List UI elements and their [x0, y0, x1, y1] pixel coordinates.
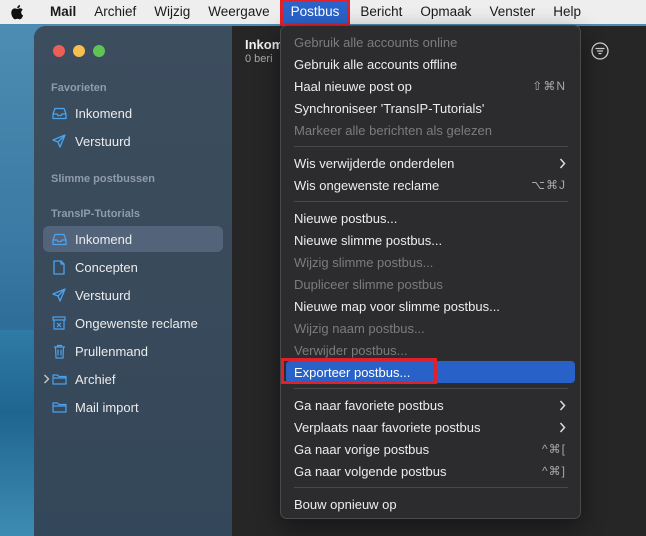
menu-item-erase-deleted[interactable]: Wis verwijderde onderdelen	[286, 152, 575, 174]
menu-archief[interactable]: Archief	[85, 0, 145, 24]
menu-item-move-to-favorite[interactable]: Verplaats naar favoriete postbus	[286, 416, 575, 438]
sidebar-item-junk[interactable]: Ongewenste reclame	[43, 310, 223, 336]
minimize-button[interactable]	[73, 45, 85, 57]
zoom-button[interactable]	[93, 45, 105, 57]
sidebar-item-label: Verstuurd	[75, 133, 131, 149]
menu-bericht[interactable]: Bericht	[351, 0, 411, 24]
sidebar-item-trash[interactable]: Prullenmand	[43, 338, 223, 364]
menu-item-sync[interactable]: Synchroniseer 'TransIP-Tutorials'	[286, 97, 575, 119]
sidebar-item-inbox[interactable]: Inkomend	[43, 226, 223, 252]
menu-item-next-mailbox[interactable]: Ga naar volgende postbus ^⌘]	[286, 460, 575, 482]
menu-item-mark-read[interactable]: Markeer alle berichten als gelezen	[286, 119, 575, 141]
filter-icon[interactable]	[591, 42, 609, 60]
sidebar-item-fav-sent[interactable]: Verstuurd	[43, 128, 223, 154]
menu-item-offline[interactable]: Gebruik alle accounts offline	[286, 53, 575, 75]
folder-icon	[51, 371, 67, 387]
chevron-right-icon[interactable]	[43, 374, 51, 384]
menu-separator	[294, 146, 568, 147]
document-icon	[51, 259, 67, 275]
menu-item-previous-mailbox[interactable]: Ga naar vorige postbus ^⌘[	[286, 438, 575, 460]
menu-item-new-smart-folder[interactable]: Nieuwe map voor slimme postbus...	[286, 295, 575, 317]
menu-item-duplicate-smart-mailbox[interactable]: Dupliceer slimme postbus	[286, 273, 575, 295]
menu-bar: Mail Archief Wijzig Weergave Postbus Ber…	[0, 0, 646, 26]
chevron-right-icon	[559, 400, 566, 411]
sidebar-item-label: Mail import	[75, 399, 139, 415]
chevron-right-icon	[559, 422, 566, 433]
menu-wijzig[interactable]: Wijzig	[145, 0, 199, 24]
sidebar: Favorieten Inkomend Verstuurd Slimme pos…	[34, 26, 232, 536]
menu-item-rebuild[interactable]: Bouw opnieuw op	[286, 493, 575, 515]
postbus-menu: Gebruik alle accounts online Gebruik all…	[280, 25, 581, 519]
menu-item-erase-junk[interactable]: Wis ongewenste reclame ⌥⌘J	[286, 174, 575, 196]
menu-item-rename-mailbox[interactable]: Wijzig naam postbus...	[286, 317, 575, 339]
menu-venster[interactable]: Venster	[480, 0, 544, 24]
menu-separator	[294, 487, 568, 488]
sidebar-item-label: Inkomend	[75, 231, 133, 247]
message-list-header: Inkom 0 beri	[245, 37, 283, 65]
sidebar-item-fav-inbox[interactable]: Inkomend	[43, 100, 223, 126]
sidebar-item-label: Inkomend	[75, 105, 133, 121]
inbox-icon	[51, 231, 67, 247]
section-account: TransIP-Tutorials	[51, 208, 141, 220]
sidebar-item-label: Verstuurd	[75, 287, 131, 303]
sidebar-item-drafts[interactable]: Concepten	[43, 254, 223, 280]
menu-weergave[interactable]: Weergave	[199, 0, 278, 24]
inbox-icon	[51, 105, 67, 121]
sidebar-item-label: Concepten	[75, 259, 138, 275]
sidebar-item-label: Ongewenste reclame	[75, 315, 198, 331]
sidebar-item-archive[interactable]: Archief	[43, 366, 223, 392]
section-favorites: Favorieten	[51, 82, 107, 94]
menu-separator	[294, 388, 568, 389]
window-controls	[53, 45, 105, 57]
close-button[interactable]	[53, 45, 65, 57]
shortcut: ^⌘[	[542, 442, 566, 456]
menu-opmaak[interactable]: Opmaak	[411, 0, 480, 24]
chevron-right-icon	[559, 158, 566, 169]
paper-plane-icon	[51, 287, 67, 303]
menu-item-get-mail[interactable]: Haal nieuwe post op ⇧⌘N	[286, 75, 575, 97]
menu-item-online[interactable]: Gebruik alle accounts online	[286, 31, 575, 53]
menu-app-mail[interactable]: Mail	[42, 0, 85, 24]
folder-icon	[51, 399, 67, 415]
menu-separator	[294, 201, 568, 202]
trash-icon	[51, 343, 67, 359]
junk-icon	[51, 315, 67, 331]
shortcut: ⇧⌘N	[532, 79, 566, 93]
mailbox-title: Inkom	[245, 37, 284, 52]
sidebar-item-label: Prullenmand	[75, 343, 148, 359]
menu-help[interactable]: Help	[544, 0, 590, 24]
desktop-background	[0, 330, 34, 536]
menu-item-edit-smart-mailbox[interactable]: Wijzig slimme postbus...	[286, 251, 575, 273]
menu-item-go-to-favorite[interactable]: Ga naar favoriete postbus	[286, 394, 575, 416]
menu-item-new-mailbox[interactable]: Nieuwe postbus...	[286, 207, 575, 229]
sidebar-item-mail-import[interactable]: Mail import	[43, 394, 223, 420]
annotation-highlight	[281, 358, 437, 384]
paper-plane-icon	[51, 133, 67, 149]
message-count: 0 beri	[245, 53, 273, 65]
sidebar-item-sent[interactable]: Verstuurd	[43, 282, 223, 308]
menu-postbus[interactable]: Postbus	[279, 0, 351, 26]
section-smart-mailboxes: Slimme postbussen	[51, 173, 155, 185]
apple-icon[interactable]	[10, 3, 26, 21]
shortcut: ^⌘]	[542, 464, 566, 478]
shortcut: ⌥⌘J	[531, 178, 566, 192]
sidebar-item-label: Archief	[75, 371, 116, 387]
menu-item-new-smart-mailbox[interactable]: Nieuwe slimme postbus...	[286, 229, 575, 251]
